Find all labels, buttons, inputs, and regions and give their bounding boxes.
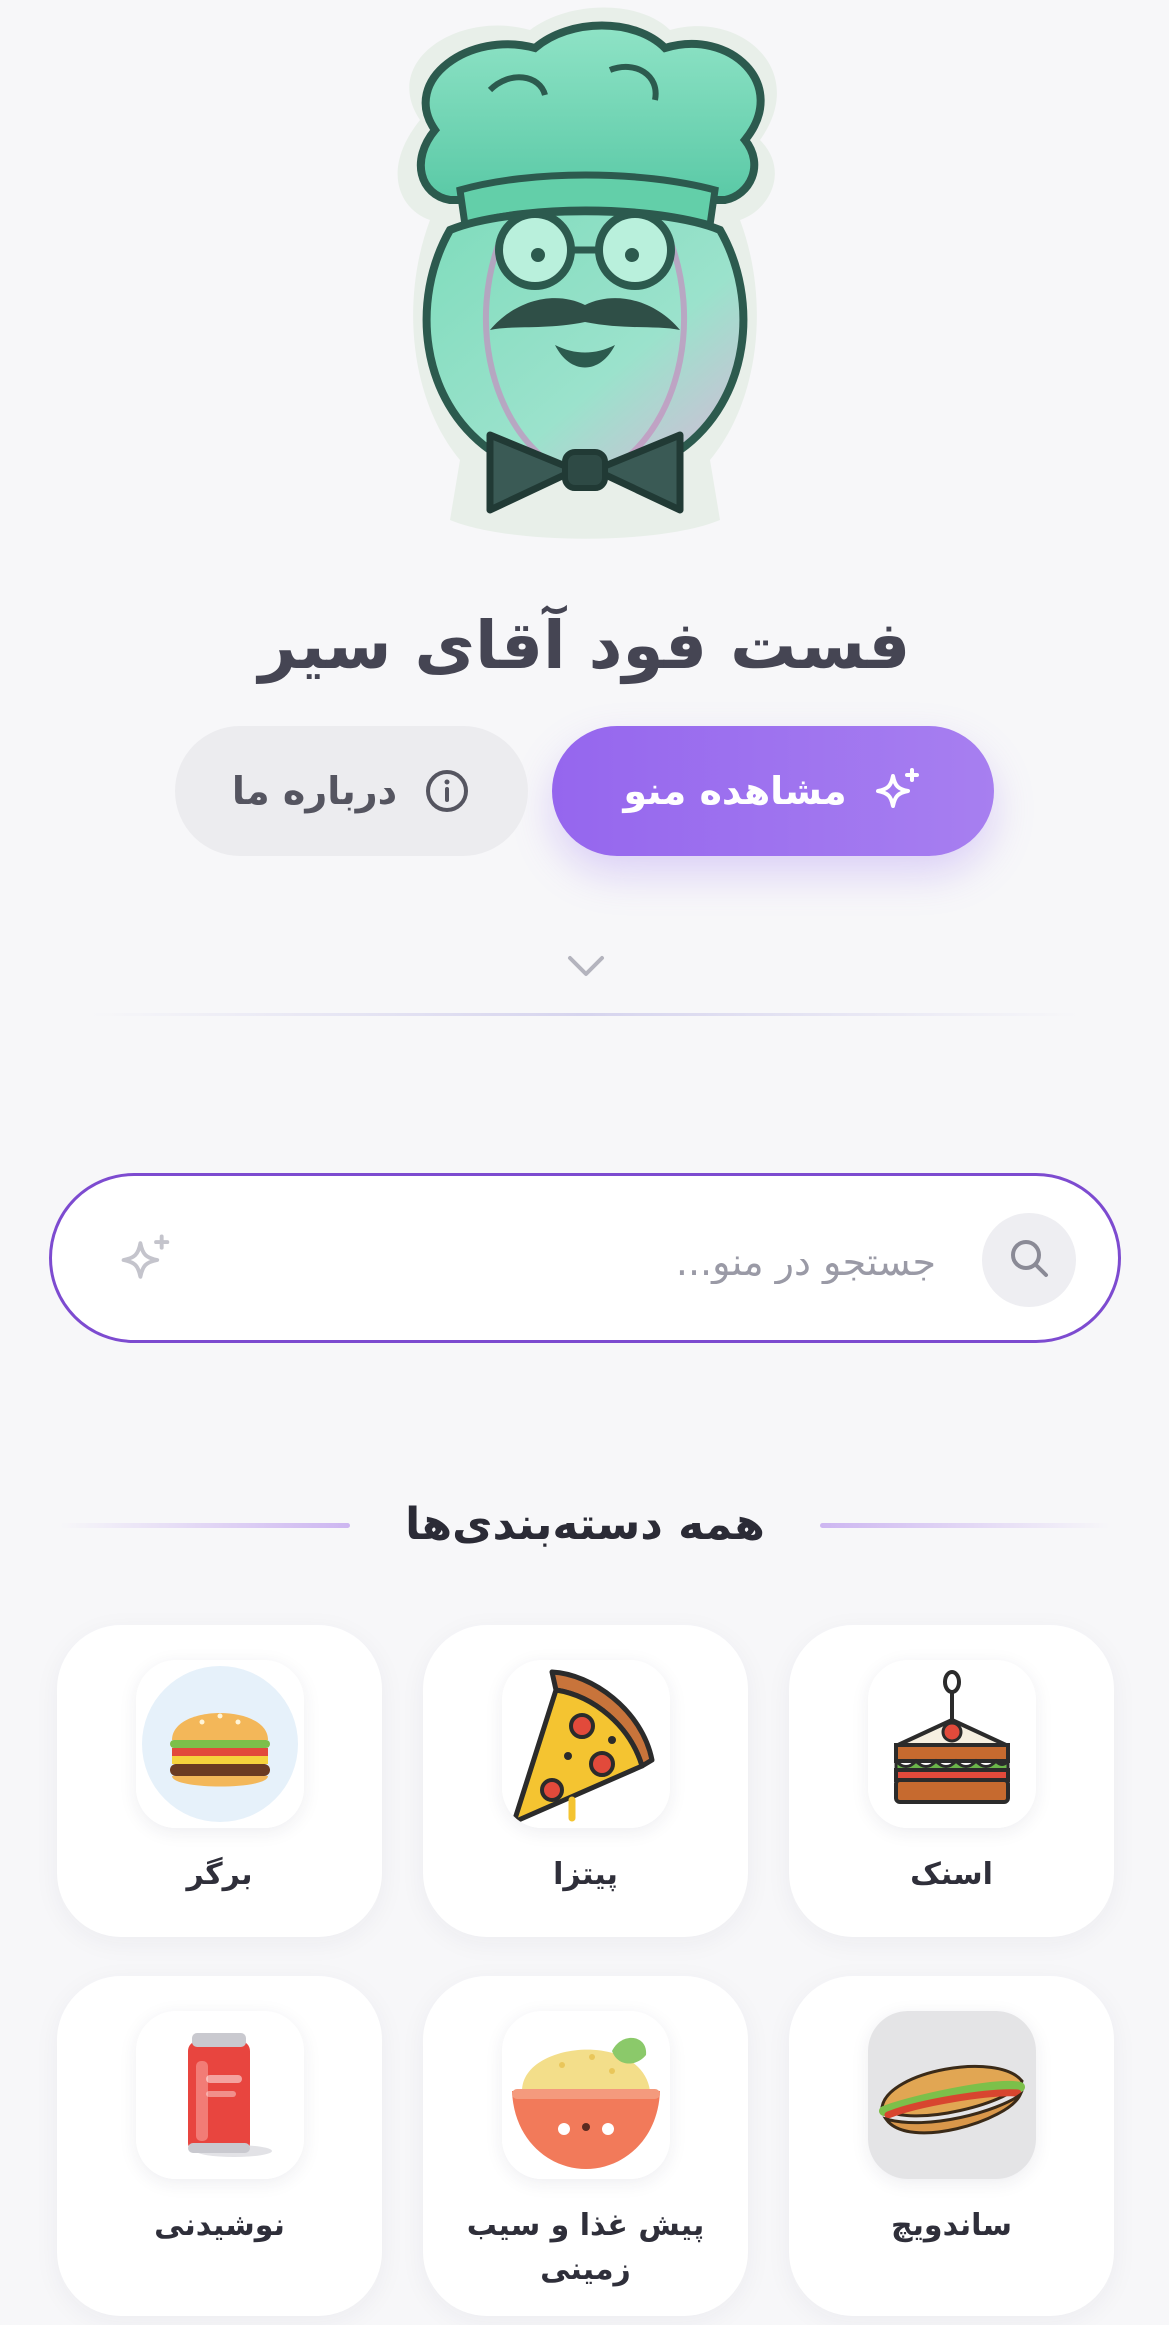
info-icon	[423, 767, 471, 815]
category-card-pizza[interactable]: پیتزا	[423, 1625, 748, 1937]
category-card-burger[interactable]: برگر	[57, 1625, 382, 1937]
category-label: نوشیدنی	[154, 2208, 285, 2243]
category-card-appetizers[interactable]: پیش غذا و سیب زمینی	[423, 1976, 748, 2316]
category-label: ساندویچ	[891, 2208, 1012, 2243]
category-card-snack[interactable]: اسنک	[789, 1625, 1114, 1937]
sparkle-icon	[118, 1232, 174, 1288]
category-label: پیتزا	[553, 1857, 618, 1892]
category-label: پیش غذا و سیب زمینی	[466, 2208, 705, 2287]
category-label: اسنک	[910, 1857, 993, 1892]
heading-divider	[60, 1523, 350, 1528]
categories-heading: همه دسته‌بندی‌ها	[0, 1490, 1169, 1560]
sub-sandwich-icon	[868, 2011, 1036, 2179]
view-menu-button[interactable]: مشاهده منو	[552, 726, 994, 856]
view-menu-label: مشاهده منو	[623, 769, 847, 813]
burger-icon	[136, 1660, 304, 1828]
categories-title: همه دسته‌بندی‌ها	[405, 1499, 765, 1550]
menu-search-bar[interactable]	[49, 1173, 1121, 1343]
category-card-drinks[interactable]: نوشیدنی	[57, 1976, 382, 2316]
appetizer-bowl-icon	[502, 2011, 670, 2179]
chevron-down-icon[interactable]	[566, 952, 606, 980]
snack-sandwich-icon	[868, 1660, 1036, 1828]
category-label: برگر	[186, 1857, 253, 1892]
sparkle-icon	[873, 766, 923, 816]
search-button[interactable]	[982, 1213, 1076, 1307]
search-icon	[1007, 1236, 1051, 1284]
chef-logo	[340, 0, 830, 548]
category-card-sandwich[interactable]: ساندویچ	[789, 1976, 1114, 2316]
pizza-slice-icon	[502, 1660, 670, 1828]
heading-divider	[820, 1523, 1110, 1528]
restaurant-title: فست فود آقای سیر	[258, 607, 911, 684]
search-input[interactable]	[254, 1216, 938, 1308]
about-us-label: درباره ما	[231, 769, 398, 813]
about-us-button[interactable]: درباره ما	[175, 726, 528, 856]
soda-can-icon	[136, 2011, 304, 2179]
hero-divider	[90, 1013, 1080, 1016]
